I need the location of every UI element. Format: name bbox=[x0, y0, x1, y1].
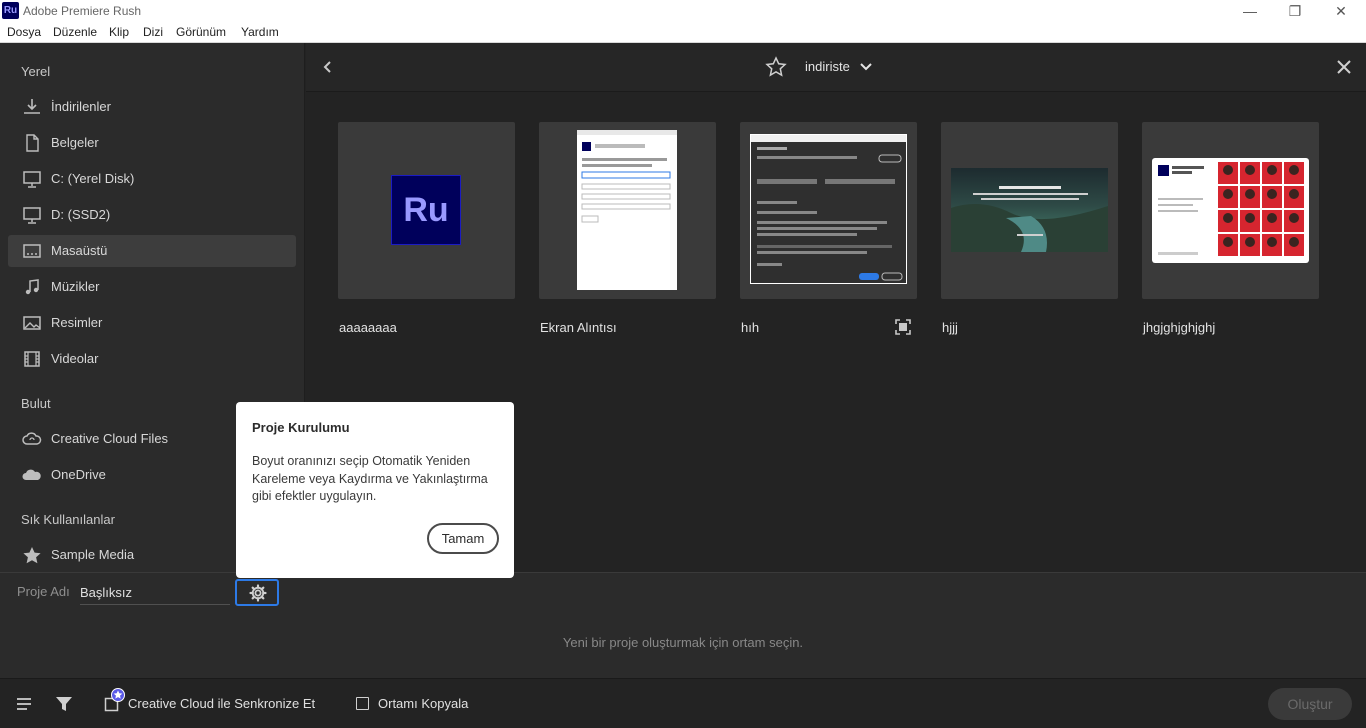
copy-media-label[interactable]: Ortamı Kopyala bbox=[378, 696, 468, 711]
sidebar-item-label: Belgeler bbox=[51, 135, 99, 150]
media-tile-name: hjjj bbox=[942, 320, 958, 335]
project-settings-button[interactable] bbox=[235, 579, 279, 606]
ok-button[interactable]: Tamam bbox=[427, 523, 499, 554]
close-browser-icon[interactable] bbox=[1335, 58, 1353, 76]
close-window-button[interactable]: ✕ bbox=[1318, 0, 1364, 23]
sidebar-item-label: Resimler bbox=[51, 315, 103, 330]
section-label-favorites: Sık Kullanılanlar bbox=[21, 512, 115, 527]
media-tile-name: jhgjghjghjghj bbox=[1143, 320, 1216, 335]
minimize-button[interactable]: — bbox=[1227, 0, 1273, 23]
media-tile[interactable] bbox=[740, 122, 917, 299]
app-icon: Ru bbox=[2, 2, 19, 19]
browser-toolbar: indiriste bbox=[306, 43, 1366, 92]
sidebar-item-pictures[interactable]: Resimler bbox=[8, 307, 296, 339]
copy-media-checkbox[interactable] bbox=[356, 697, 369, 710]
sidebar-item-label: Videolar bbox=[51, 351, 99, 366]
sidebar-item-documents[interactable]: Belgeler bbox=[8, 127, 296, 159]
footer-toolbar: Creative Cloud ile Senkronize Et Ortamı … bbox=[0, 678, 1366, 728]
sidebar-item-label: İndirilenler bbox=[51, 99, 111, 114]
chevron-down-icon[interactable] bbox=[859, 60, 873, 74]
sidebar-item-music[interactable]: Müzikler bbox=[8, 271, 296, 303]
media-tile[interactable] bbox=[941, 122, 1118, 299]
collage-thumbnail bbox=[1152, 158, 1309, 263]
sidebar-item-drive-d[interactable]: D: (SSD2) bbox=[8, 199, 296, 231]
dialog-thumbnail bbox=[750, 134, 907, 284]
creative-cloud-badge-icon bbox=[111, 688, 125, 702]
media-tile-name: aaaaaaaa bbox=[339, 320, 397, 335]
media-tile[interactable] bbox=[1142, 122, 1319, 299]
creative-cloud-icon bbox=[22, 432, 42, 445]
download-icon bbox=[24, 99, 40, 114]
monitor-icon bbox=[23, 171, 41, 188]
sidebar-item-label: D: (SSD2) bbox=[51, 207, 111, 222]
menu-bar: Dosya Düzenle Klip Dizi Görünüm Yardım bbox=[0, 23, 1366, 43]
sidebar-item-label: Creative Cloud Files bbox=[51, 431, 169, 446]
sidebar-item-label: Sample Media bbox=[51, 547, 135, 562]
film-icon bbox=[24, 351, 40, 367]
list-view-icon[interactable] bbox=[16, 696, 32, 712]
menu-item-duzenle[interactable]: Düzenle bbox=[53, 25, 97, 39]
desktop-icon bbox=[23, 244, 41, 258]
sidebar-item-label: C: (Yerel Disk) bbox=[51, 171, 135, 186]
restore-button[interactable]: ❐ bbox=[1272, 0, 1318, 23]
filter-icon[interactable] bbox=[55, 695, 73, 713]
popup-body: Boyut oranınızı seçip Otomatik Yeniden K… bbox=[252, 454, 488, 503]
select-media-hint: Yeni bir proje oluşturmak için ortam seç… bbox=[562, 635, 804, 650]
cloud-icon bbox=[22, 469, 41, 480]
current-folder-name[interactable]: indiriste bbox=[805, 59, 850, 74]
media-tile-name: hıh bbox=[741, 320, 760, 335]
project-name-label: Proje Adı bbox=[17, 584, 70, 599]
sidebar-item-drive-c[interactable]: C: (Yerel Disk) bbox=[8, 163, 296, 195]
image-icon bbox=[23, 316, 41, 330]
media-tile-name: Ekran Alıntısı bbox=[540, 320, 617, 335]
document-icon bbox=[26, 134, 39, 152]
menu-item-dizi[interactable]: Dizi bbox=[143, 25, 163, 39]
sidebar-item-label: Masaüstü bbox=[51, 243, 108, 258]
sidebar-item-label: OneDrive bbox=[51, 467, 106, 482]
popup-title: Proje Kurulumu bbox=[252, 420, 350, 435]
menu-item-dosya[interactable]: Dosya bbox=[7, 25, 41, 39]
sync-creative-cloud-label[interactable]: Creative Cloud ile Senkronize Et bbox=[128, 696, 315, 711]
sidebar-item-downloads[interactable]: İndirilenler bbox=[8, 91, 296, 123]
premiere-rush-logo: Ru bbox=[391, 175, 461, 245]
window-title: Adobe Premiere Rush bbox=[23, 4, 142, 18]
star-filled-icon bbox=[23, 547, 41, 564]
project-name-input[interactable]: Başlıksız bbox=[80, 583, 230, 605]
title-bar: Ru Adobe Premiere Rush — ❐ ✕ bbox=[0, 0, 1366, 23]
menu-item-klip[interactable]: Klip bbox=[109, 25, 129, 39]
media-tile[interactable]: Ru bbox=[338, 122, 515, 299]
back-arrow-icon[interactable] bbox=[318, 57, 338, 77]
fullscreen-preview-icon[interactable] bbox=[894, 318, 912, 336]
project-panel: Proje Adı Başlıksız Yeni bir proje oluşt… bbox=[0, 572, 1366, 678]
gear-icon bbox=[249, 584, 267, 602]
sidebar-item-videos[interactable]: Videolar bbox=[8, 343, 296, 375]
create-button[interactable]: Oluştur bbox=[1268, 688, 1352, 720]
section-label-cloud: Bulut bbox=[21, 396, 51, 411]
section-label-local: Yerel bbox=[21, 64, 51, 79]
music-icon bbox=[25, 279, 39, 295]
media-tile[interactable] bbox=[539, 122, 716, 299]
landscape-thumbnail bbox=[951, 168, 1108, 252]
project-setup-popup: Proje Kurulumu Boyut oranınızı seçip Oto… bbox=[236, 402, 514, 578]
menu-item-gorunum[interactable]: Görünüm bbox=[176, 25, 226, 39]
document-thumbnail bbox=[577, 130, 677, 290]
menu-item-yardim[interactable]: Yardım bbox=[241, 25, 279, 39]
sidebar-item-desktop[interactable]: Masaüstü bbox=[8, 235, 296, 267]
sidebar-item-label: Müzikler bbox=[51, 279, 100, 294]
favorite-star-icon[interactable] bbox=[765, 56, 787, 78]
monitor-icon bbox=[23, 207, 41, 224]
